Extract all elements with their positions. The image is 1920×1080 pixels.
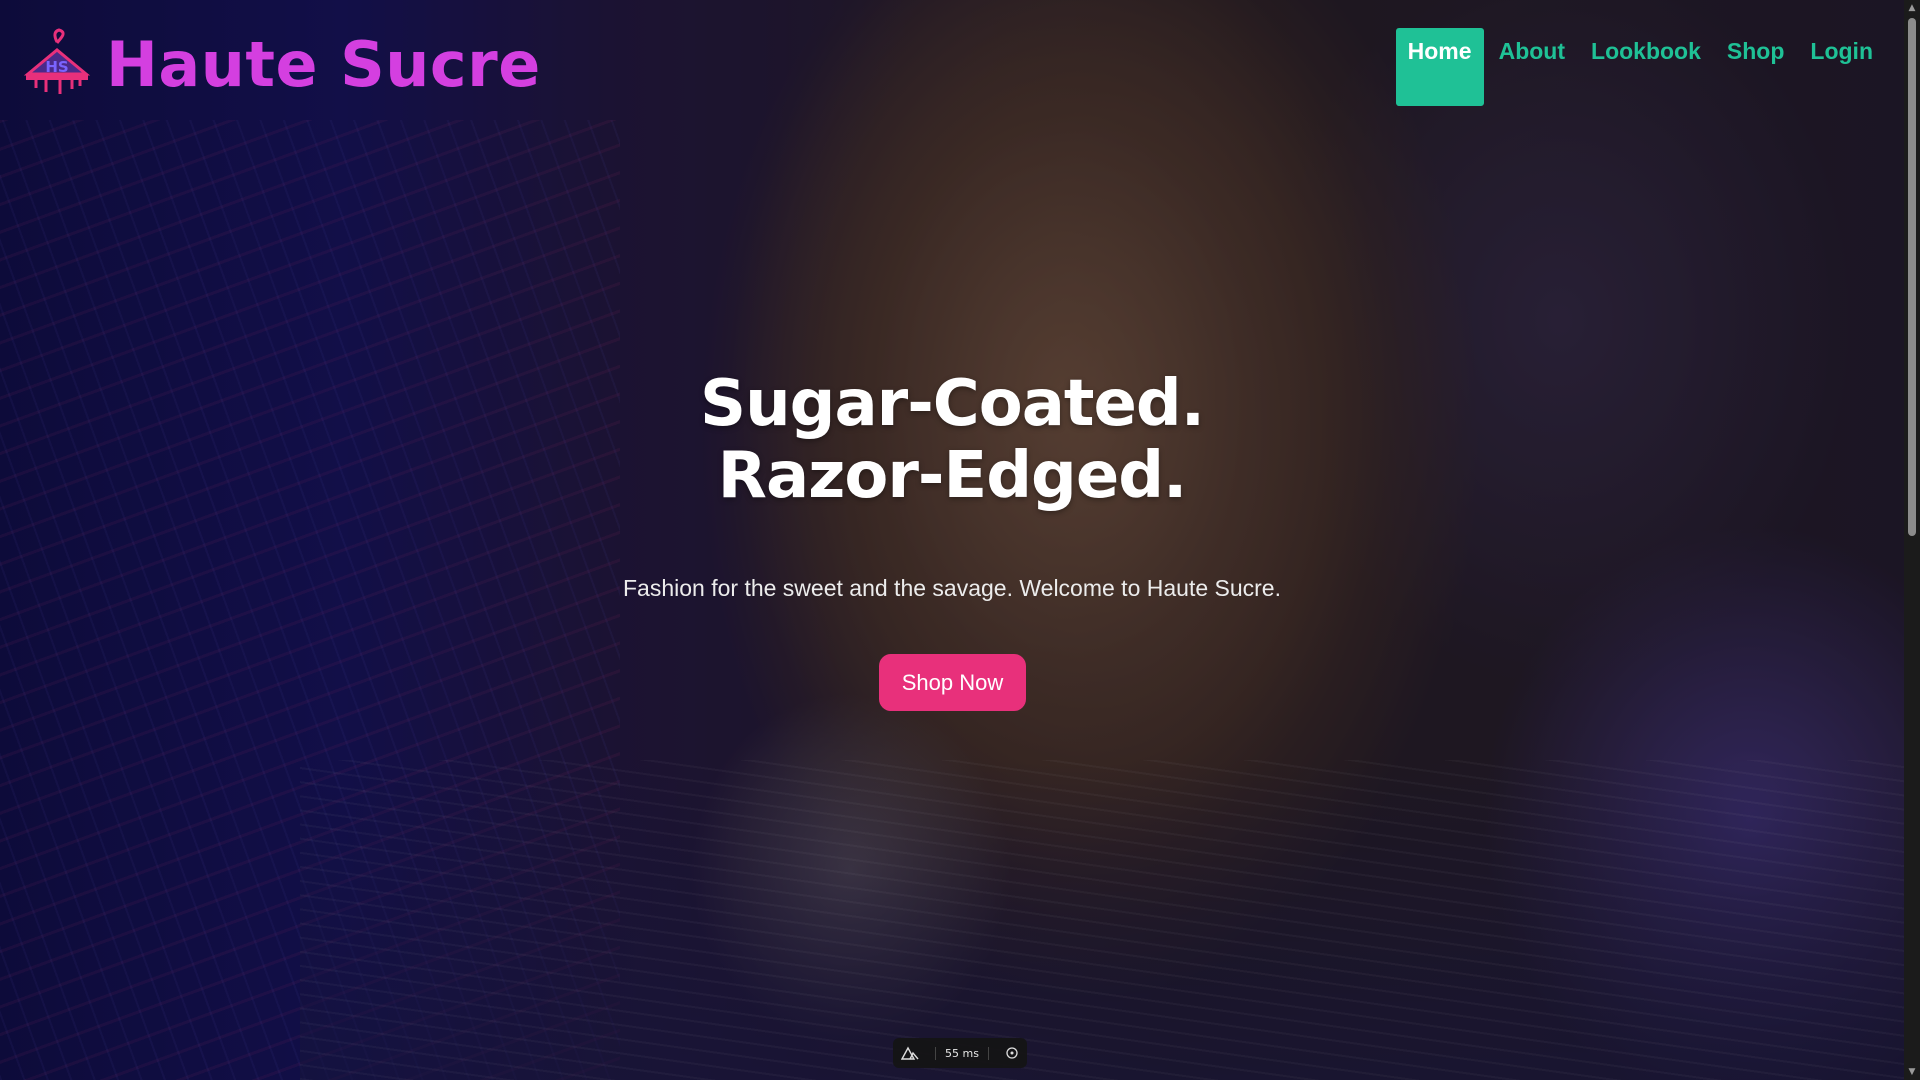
headline-line-1: Sugar-Coated. xyxy=(699,367,1205,441)
nav-home[interactable]: Home xyxy=(1395,28,1484,106)
perf-widget: 55 ms xyxy=(893,1038,1027,1068)
nav-shop[interactable]: Shop xyxy=(1714,28,1798,106)
hanger-hs-logo-icon: HS xyxy=(23,28,91,94)
brand-name: Haute Sucre xyxy=(106,27,541,101)
scroll-thumb[interactable] xyxy=(1908,18,1916,536)
nav-login[interactable]: Login xyxy=(1797,28,1886,106)
main-nav: Home About Lookbook Shop Login xyxy=(1395,28,1886,106)
scroll-down-arrow-icon[interactable]: ▼ xyxy=(1904,1064,1920,1080)
nav-lookbook[interactable]: Lookbook xyxy=(1578,28,1714,106)
hero-tagline: Fashion for the sweet and the savage. We… xyxy=(623,575,1281,601)
perf-latency: 55 ms xyxy=(935,1046,989,1060)
crosshair-icon[interactable] xyxy=(1005,1046,1019,1060)
hero-background xyxy=(0,0,1904,1080)
nav-about[interactable]: About xyxy=(1486,28,1578,106)
brand-home-link[interactable]: HS Haute Sucre xyxy=(22,26,541,102)
page-scrollbar[interactable]: ▲ ▼ xyxy=(1904,0,1920,1080)
scroll-up-arrow-icon[interactable]: ▲ xyxy=(1904,0,1920,16)
hero-overlay xyxy=(0,0,1904,1080)
headline-line-2: Razor-Edged. xyxy=(717,439,1188,513)
shop-now-button[interactable]: Shop Now xyxy=(879,654,1026,711)
triangle-logo-icon[interactable] xyxy=(901,1046,919,1060)
svg-text:HS: HS xyxy=(45,58,68,76)
hero-headline: Sugar-Coated. Razor-Edged. xyxy=(0,368,1904,512)
